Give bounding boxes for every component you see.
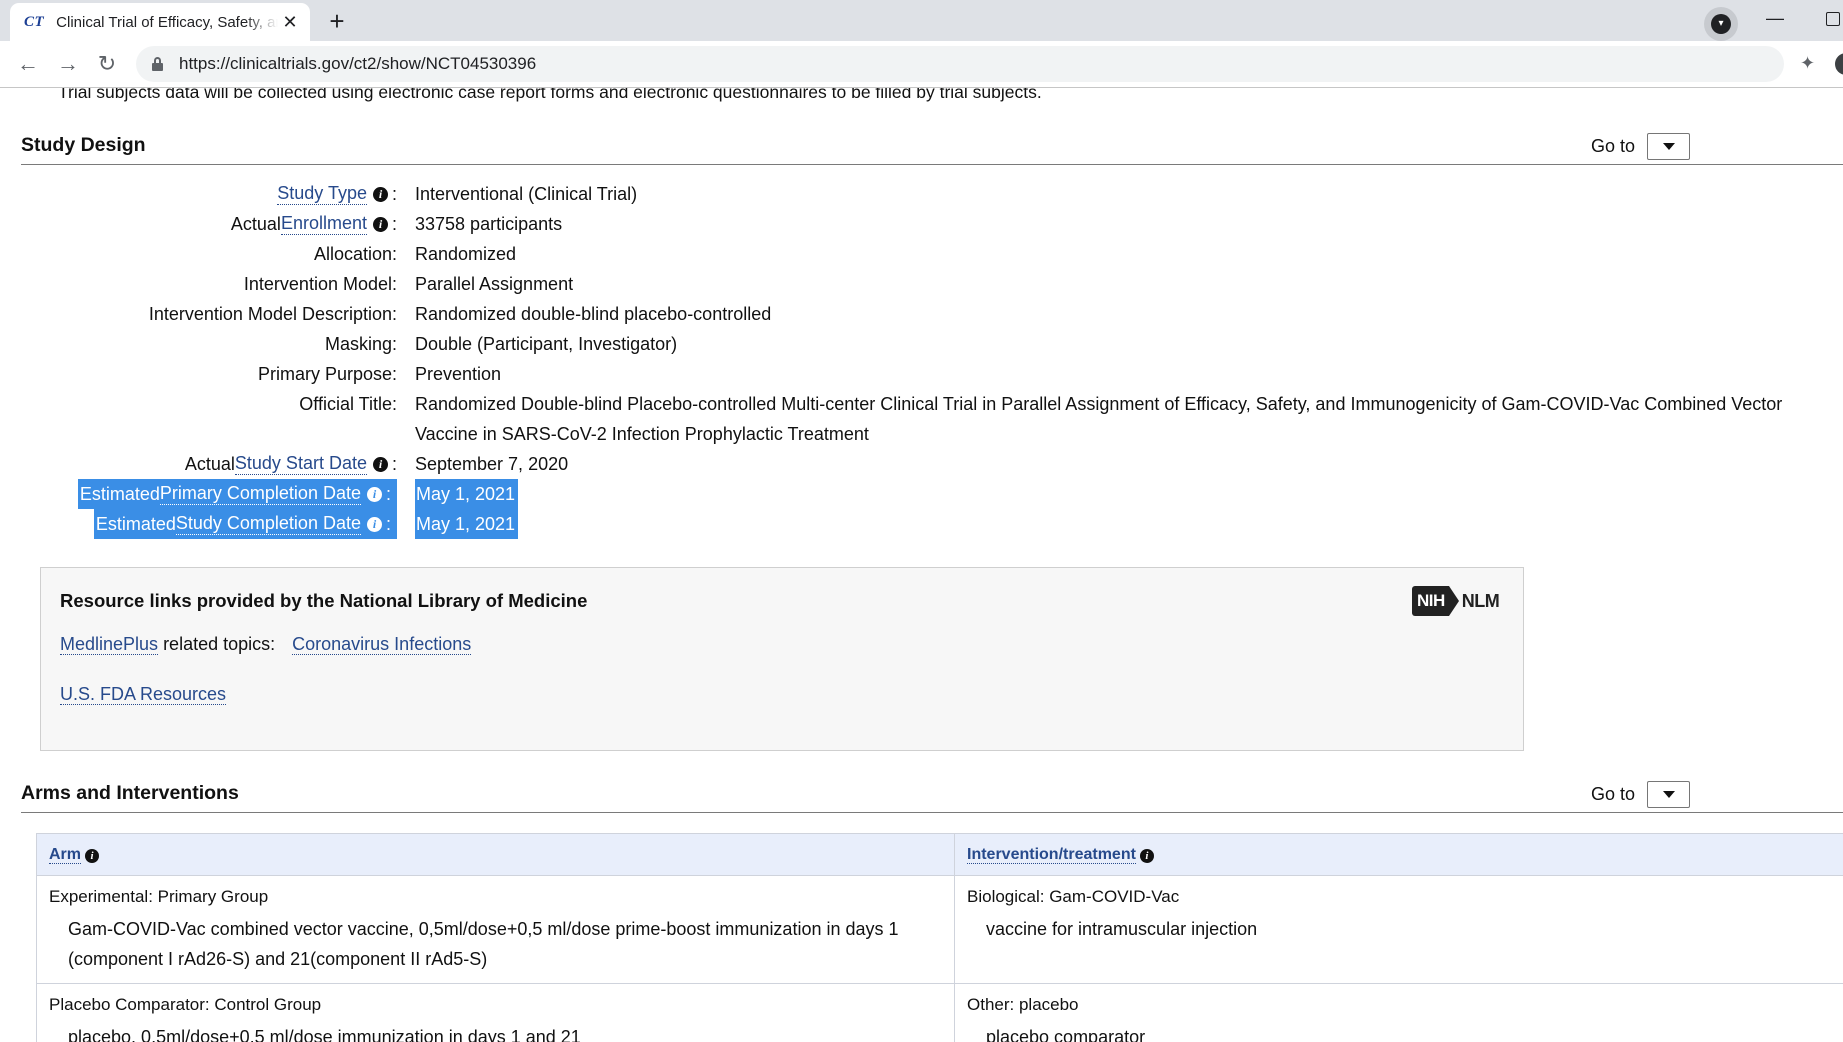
enrollment-link[interactable]: Enrollment — [280, 213, 367, 235]
page-content: Trial subjects data will be collected us… — [0, 88, 1843, 1042]
design-row-study-completion: Estimated Study Completion Date i: May 1,… — [0, 509, 1843, 539]
design-value: Randomized double-blind placebo-controll… — [415, 304, 772, 324]
arm-column-header: Arm i — [36, 833, 955, 876]
intervention-column-header: Intervention/treatment i — [954, 833, 1843, 876]
design-label: Allocation: — [313, 243, 397, 264]
official-title-line-1: Randomized Double-blind Placebo-controll… — [415, 394, 1783, 414]
info-icon[interactable]: i — [366, 486, 382, 502]
goto-label: Go to — [1591, 784, 1636, 804]
info-icon[interactable]: i — [372, 456, 388, 472]
reload-button[interactable]: ↻ — [93, 50, 121, 78]
study-design-header: Study Design Go to — [21, 129, 1843, 165]
study-start-date-link[interactable]: Study Start Date — [234, 453, 367, 475]
info-icon[interactable]: i — [1139, 848, 1154, 863]
design-value: Interventional (Clinical Trial) — [415, 184, 638, 204]
maximize-button[interactable] — [1826, 12, 1840, 26]
design-row-study-start: Actual Study Start Date i: September 7, 2… — [0, 451, 1843, 481]
study-completion-date-link[interactable]: Study Completion Date — [175, 513, 361, 535]
fda-resources-link[interactable]: U.S. FDA Resources — [60, 684, 227, 705]
table-row: Placebo Comparator: Control Group placeb… — [36, 983, 1843, 1042]
design-row-primary-purpose: Primary Purpose: Prevention — [0, 361, 1843, 391]
info-icon[interactable]: i — [366, 516, 382, 532]
intervention-header-link[interactable]: Intervention/treatment — [967, 845, 1136, 864]
info-icon[interactable]: i — [372, 216, 388, 232]
lock-icon[interactable] — [152, 57, 163, 71]
address-bar[interactable]: https://clinicaltrials.gov/ct2/show/NCT0… — [136, 46, 1784, 82]
url-text[interactable]: https://clinicaltrials.gov/ct2/show/NCT0… — [179, 54, 536, 74]
design-value: May 1, 2021 — [415, 509, 519, 539]
official-title-line-2: Vaccine in SARS-CoV-2 Infection Prophyla… — [415, 424, 869, 444]
back-button[interactable]: ← — [14, 50, 42, 78]
design-row-primary-completion: Estimated Primary Completion Date i: May … — [0, 479, 1843, 509]
goto-label: Go to — [1591, 136, 1636, 156]
section-title: Arms and Interventions — [21, 782, 239, 804]
info-icon[interactable]: i — [372, 186, 388, 202]
tab-search-button[interactable]: ▾ — [1704, 7, 1738, 41]
medlineplus-row: MedlinePlus related topics: Coronavirus … — [60, 634, 472, 655]
intervention-cell: Other: placebo placebo comparator — [954, 983, 1843, 1042]
forward-button[interactable]: → — [54, 50, 82, 78]
arms-interventions-header: Arms and Interventions Go to — [21, 777, 1843, 813]
data-collection-paragraph: Trial subjects data will be collected us… — [58, 88, 1042, 102]
arm-cell: Experimental: Primary Group Gam-COVID-Va… — [36, 875, 955, 984]
design-row-enrollment: Actual Enrollment i: 33758 participants — [0, 211, 1843, 241]
table-row: Experimental: Primary Group Gam-COVID-Va… — [36, 875, 1843, 984]
info-icon[interactable]: i — [85, 848, 100, 863]
design-label: Intervention Model: — [243, 273, 397, 294]
browser-toolbar: ← → ↻ https://clinicaltrials.gov/ct2/sho… — [0, 41, 1843, 88]
tab-strip: CT Clinical Trial of Efficacy, Safety, a… — [0, 0, 1843, 41]
arm-header-link[interactable]: Arm — [49, 845, 82, 864]
arms-table: Arm i Intervention/treatment i Experimenta… — [36, 833, 1843, 1042]
coronavirus-infections-link[interactable]: Coronavirus Infections — [292, 634, 472, 655]
design-label: Official Title: — [299, 393, 397, 414]
tab-close-icon[interactable]: ✕ — [280, 12, 300, 32]
section-title: Study Design — [21, 134, 146, 156]
clinicaltrials-favicon-icon: CT — [24, 13, 45, 30]
design-row-intervention-model: Intervention Model: Parallel Assignment — [0, 271, 1843, 301]
design-value: September 7, 2020 — [415, 454, 569, 474]
study-type-link[interactable]: Study Type — [277, 183, 367, 205]
primary-completion-date-link[interactable]: Primary Completion Date — [159, 483, 361, 505]
nlm-box-title: Resource links provided by the National … — [60, 590, 588, 611]
design-label: Masking: — [324, 333, 397, 354]
tab-title: Clinical Trial of Efficacy, Safety, and … — [56, 13, 278, 31]
nlm-resource-box: Resource links provided by the National … — [40, 567, 1524, 751]
caret-down-icon — [1662, 791, 1675, 798]
table-header-row: Arm i Intervention/treatment i — [36, 833, 1843, 876]
goto-dropdown-button[interactable] — [1647, 133, 1691, 160]
design-label: Primary Purpose: — [257, 363, 397, 384]
design-row-study-type: Study Type i: Interventional (Clinical Tr… — [0, 181, 1843, 211]
arm-cell: Placebo Comparator: Control Group placeb… — [36, 983, 955, 1042]
goto-dropdown-button[interactable] — [1647, 781, 1691, 808]
goto-control: Go to — [1591, 781, 1691, 808]
design-value: Double (Participant, Investigator) — [415, 334, 678, 354]
caret-down-icon — [1662, 143, 1675, 150]
design-label: Intervention Model Description: — [148, 303, 397, 324]
medlineplus-link[interactable]: MedlinePlus — [60, 634, 159, 655]
design-value: Parallel Assignment — [415, 274, 574, 294]
goto-control: Go to — [1591, 133, 1691, 160]
design-row-masking: Masking: Double (Participant, Investigat… — [0, 331, 1843, 361]
extensions-puzzle-icon[interactable]: ✦ — [1800, 53, 1815, 74]
avatar[interactable] — [1835, 53, 1843, 75]
design-value: 33758 participants — [415, 214, 563, 234]
fda-row: U.S. FDA Resources — [60, 684, 227, 705]
chevron-down-icon: ▾ — [1711, 14, 1731, 34]
design-row-official-title: Official Title: Randomized Double-blind … — [0, 391, 1843, 451]
nih-nlm-logo: NIH NLM — [1412, 586, 1500, 616]
new-tab-button[interactable]: + — [322, 6, 352, 36]
design-value: May 1, 2021 — [415, 479, 519, 509]
design-row-model-description: Intervention Model Description: Randomiz… — [0, 301, 1843, 331]
design-row-allocation: Allocation: Randomized — [0, 241, 1843, 271]
browser-tab[interactable]: CT Clinical Trial of Efficacy, Safety, a… — [10, 3, 310, 41]
design-value: Prevention — [415, 364, 502, 384]
intervention-cell: Biological: Gam-COVID-Vac vaccine for in… — [954, 875, 1843, 984]
minimize-button[interactable]: — — [1766, 8, 1784, 29]
design-value: Randomized — [415, 244, 517, 264]
